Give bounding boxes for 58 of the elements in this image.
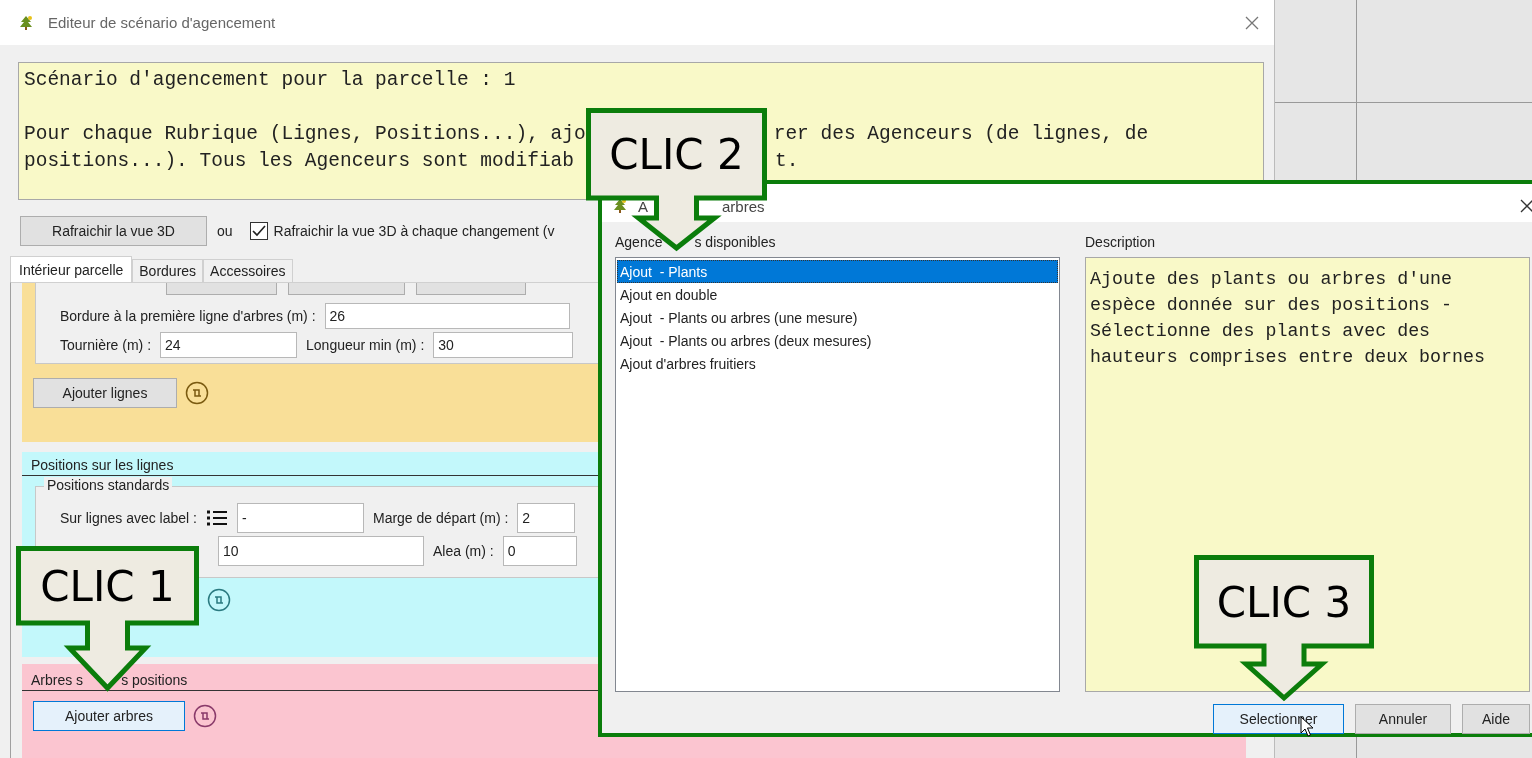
tab[interactable]: Intérieur parcelle: [10, 256, 133, 282]
description-label: Description: [1085, 234, 1156, 252]
info-text: Pour chaque Rubrique (Lignes, Positions...), ajo: [24, 122, 586, 147]
list-icon[interactable]: [205, 508, 228, 527]
close-icon[interactable]: [1520, 199, 1532, 213]
callout-label: CLIC 1: [39, 561, 176, 611]
add-lines-button[interactable]: Ajouter lignes: [33, 378, 177, 408]
info-text: positions...). Tous les Agenceurs sont modifiab: [24, 149, 574, 174]
auto-refresh-label: Rafraichir la vue 3D à chaque changement (v: [273, 222, 555, 239]
field-label: Alea (m) :: [433, 542, 494, 559]
list-label: s disponibles: [694, 234, 776, 252]
add-trees-button[interactable]: Ajouter arbres: [33, 701, 185, 731]
input-field[interactable]: 2: [517, 502, 576, 533]
dialog-button[interactable]: Annuler: [1355, 704, 1451, 734]
description-text: hauteurs comprises entre deux bornes: [1090, 347, 1485, 367]
list-item[interactable]: Ajout d'arbres fruitiers: [617, 352, 1058, 375]
info-text: t.: [775, 149, 799, 174]
auto-refresh-checkbox[interactable]: [249, 221, 268, 240]
dialog-title: arbres: [722, 197, 765, 215]
input-field[interactable]: -: [236, 502, 364, 533]
input-field[interactable]: 0: [502, 535, 577, 566]
field-label: Sur lignes avec label :: [60, 509, 197, 526]
refresh-icon[interactable]: [207, 588, 231, 612]
list-item[interactable]: Ajout en double: [617, 283, 1058, 306]
callout-label: CLIC 3: [1215, 577, 1353, 627]
list-item[interactable]: Ajout - Plants: [617, 260, 1058, 283]
dialog-button[interactable]: Aide: [1462, 704, 1530, 734]
tree-icon: [18, 14, 34, 31]
field-label: Bordure à la première ligne d'arbres (m) :: [60, 308, 316, 324]
description-text: Sélectionne des plants avec des: [1090, 321, 1431, 341]
list-item[interactable]: Ajout - Plants ou arbres (deux mesures): [617, 329, 1058, 352]
tab[interactable]: Bordures: [132, 259, 204, 282]
or-label: ou: [217, 222, 233, 239]
callout-label: CLIC 2: [608, 130, 745, 179]
section-header: Arbres s: [31, 672, 84, 688]
field-label: Marge de départ (m) :: [372, 509, 509, 526]
group-legend: Positions standards: [44, 477, 173, 493]
input-field[interactable]: 24: [160, 332, 298, 358]
dialog-button[interactable]: Selectionner: [1213, 704, 1344, 734]
list-label: Agence: [615, 234, 663, 252]
info-text: rer des Agenceurs (de lignes, de: [773, 122, 1149, 147]
input-field[interactable]: 30: [433, 332, 574, 358]
list-item[interactable]: Ajout - Plants ou arbres (une mesure): [617, 306, 1058, 329]
window-title: Editeur de scénario d'agencement: [48, 14, 277, 31]
description-text: Ajoute des plants ou arbres d'une: [1090, 269, 1453, 289]
description-text: espèce donnée sur des positions -: [1090, 295, 1453, 315]
dialog-title: A: [638, 197, 648, 215]
refresh-icon[interactable]: [185, 381, 209, 405]
field-label: Longueur min (m) :: [306, 337, 425, 353]
tab[interactable]: Accessoires: [203, 259, 293, 282]
tree-icon: [612, 198, 628, 214]
section-header: s positions: [121, 672, 188, 688]
input-field[interactable]: 26: [324, 303, 570, 329]
refresh-icon[interactable]: [193, 704, 217, 728]
input-field[interactable]: 10: [218, 535, 424, 566]
field-label: Tournière (m) :: [60, 337, 152, 353]
info-heading: Scénario d'agencement pour la parcelle : 1: [24, 68, 516, 93]
refresh-3d-button[interactable]: Rafraichir la vue 3D: [20, 215, 207, 246]
